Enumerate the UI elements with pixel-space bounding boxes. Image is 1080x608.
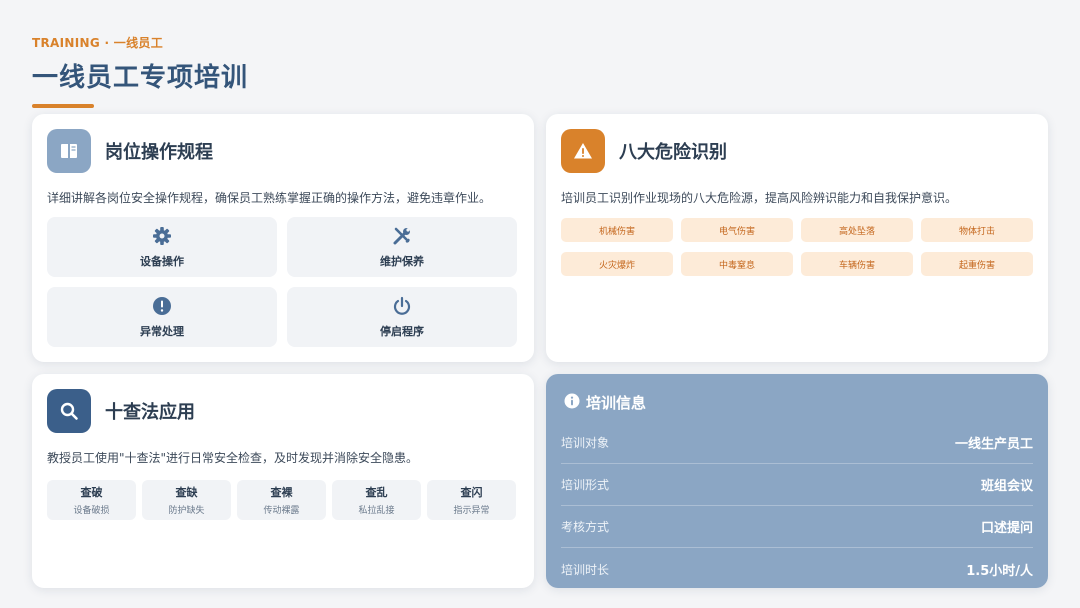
- check-item: 查闪 指示异常: [427, 480, 516, 520]
- operations-title: 岗位操作规程: [105, 142, 213, 163]
- hazard-tag: 火灾爆炸: [561, 252, 673, 276]
- check-sub: 防护缺失: [168, 506, 205, 516]
- info-row: 培训时长 1.5小时/人: [561, 548, 1033, 590]
- wrench-screwdriver-icon: [392, 225, 412, 247]
- alert-circle-icon: [152, 295, 172, 317]
- check-main: 查闪: [460, 486, 483, 499]
- check-main: 查乱: [365, 486, 388, 499]
- check-main: 查破: [80, 486, 103, 499]
- op-label: 维护保养: [380, 255, 424, 268]
- info-row: 考核方式 口述提问: [561, 506, 1033, 548]
- info-row: 培训形式 班组会议: [561, 464, 1033, 506]
- page-title: 一线员工专项培训: [32, 63, 249, 93]
- op-tile-equipment[interactable]: 设备操作: [47, 217, 277, 277]
- info-list: 培训对象 一线生产员工 培训形式 班组会议 考核方式 口述提问 培训时长 1.5…: [561, 422, 1033, 590]
- op-label: 异常处理: [140, 325, 184, 338]
- op-tile-startstop[interactable]: 停启程序: [287, 287, 517, 347]
- check-sub: 私拉乱接: [358, 506, 395, 516]
- check-sub: 指示异常: [453, 506, 490, 516]
- info-key: 考核方式: [561, 520, 610, 534]
- gear-icon: [152, 225, 172, 247]
- info-key: 培训时长: [561, 562, 610, 577]
- hazard-tag: 机械伤害: [561, 218, 673, 242]
- ten-checks-title: 十查法应用: [105, 402, 195, 423]
- check-sub: 传动裸露: [263, 506, 300, 516]
- operations-card: 岗位操作规程 详细讲解各岗位安全操作规程，确保员工熟练掌握正确的操作方法，避免违…: [32, 114, 534, 362]
- hazards-desc: 培训员工识别作业现场的八大危险源，提高风险辨识能力和自我保护意识。: [561, 191, 958, 205]
- op-label: 设备操作: [140, 255, 184, 268]
- check-item: 查裸 传动裸露: [237, 480, 326, 520]
- hazard-tag: 物体打击: [921, 218, 1033, 242]
- operations-desc: 详细讲解各岗位安全操作规程，确保员工熟练掌握正确的操作方法，避免违章作业。: [47, 191, 492, 205]
- hazard-tag: 高处坠落: [801, 218, 913, 242]
- ten-checks-desc: 教授员工使用"十查法"进行日常安全检查，及时发现并消除安全隐患。: [47, 451, 419, 465]
- warning-triangle-icon: [561, 129, 605, 173]
- info-row: 培训对象 一线生产员工: [561, 422, 1033, 464]
- info-title: 培训信息: [586, 394, 647, 412]
- page-header: TRAINING · 一线员工 一线员工专项培训: [32, 34, 248, 108]
- check-main: 查裸: [270, 486, 293, 499]
- hazard-tag: 电气伤害: [681, 218, 793, 242]
- info-value: 一线生产员工: [954, 437, 1033, 452]
- info-value: 1.5小时/人: [966, 563, 1033, 579]
- check-item: 查乱 私拉乱接: [332, 480, 421, 520]
- power-icon: [392, 295, 412, 317]
- op-tile-exception[interactable]: 异常处理: [47, 287, 277, 347]
- hazards-card: 八大危险识别 培训员工识别作业现场的八大危险源，提高风险辨识能力和自我保护意识。…: [546, 114, 1048, 362]
- title-underline: [32, 104, 94, 108]
- check-sub: 设备破损: [73, 506, 110, 516]
- hazard-tag: 车辆伤害: [801, 252, 913, 276]
- check-item: 查破 设备破损: [47, 480, 136, 520]
- info-icon: [564, 393, 580, 413]
- info-value: 口述提问: [980, 521, 1033, 536]
- check-main: 查缺: [175, 486, 198, 499]
- info-key: 培训对象: [561, 436, 610, 450]
- op-label: 停启程序: [380, 325, 424, 338]
- hazard-tag: 起重伤害: [921, 252, 1033, 276]
- book-icon: [47, 129, 91, 173]
- training-info-card: 培训信息 培训对象 一线生产员工 培训形式 班组会议 考核方式 口述提问 培训时…: [546, 374, 1048, 588]
- info-value: 班组会议: [980, 479, 1033, 494]
- ten-checks-card: 十查法应用 教授员工使用"十查法"进行日常安全检查，及时发现并消除安全隐患。 查…: [32, 374, 534, 588]
- hazards-title: 八大危险识别: [619, 142, 727, 163]
- info-key: 培训形式: [561, 478, 610, 492]
- hazard-tag: 中毒窒息: [681, 252, 793, 276]
- search-icon: [47, 389, 91, 433]
- check-item: 查缺 防护缺失: [142, 480, 231, 520]
- page-kicker: TRAINING · 一线员工: [32, 36, 163, 50]
- op-tile-maintenance[interactable]: 维护保养: [287, 217, 517, 277]
